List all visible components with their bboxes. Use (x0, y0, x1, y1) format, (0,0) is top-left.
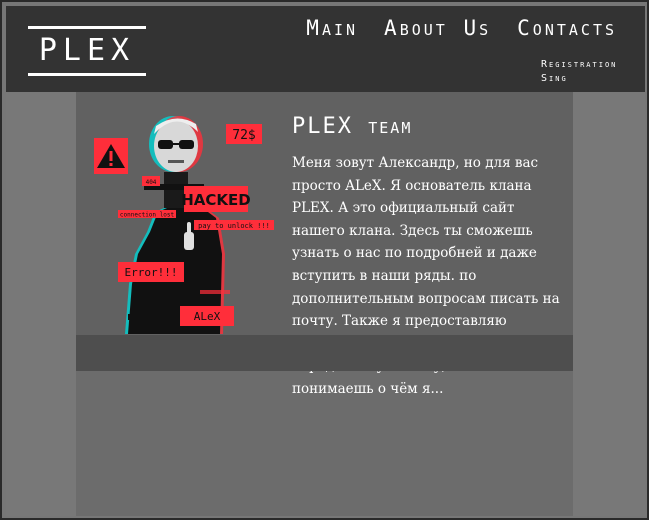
auth-links: Registration Sing (541, 58, 617, 86)
price-tag: 72$ (232, 128, 256, 143)
name-label: ALeX (194, 310, 221, 323)
main-nav: Main About Us Contacts (306, 16, 617, 40)
nav-main[interactable]: Main (306, 16, 358, 40)
nav-about-us[interactable]: About Us (384, 16, 491, 40)
logo-top-rule (28, 26, 146, 29)
page-frame: PLEX Main About Us Contacts Registration… (0, 0, 649, 520)
team-card: 72$ 404 HACKED connection lost pay to un… (76, 92, 573, 397)
main-content: 72$ 404 HACKED connection lost pay to un… (76, 92, 573, 516)
site-header: PLEX Main About Us Contacts Registration… (6, 6, 645, 92)
unlock-tag: pay to unlock !!! (198, 222, 270, 230)
content-strip (76, 335, 573, 371)
hacker-image: 72$ 404 HACKED connection lost pay to un… (94, 116, 274, 334)
right-gutter (573, 92, 645, 516)
logo-text: PLEX (38, 33, 136, 68)
warning-icon (94, 138, 128, 174)
error-label: Error!!! (125, 266, 178, 279)
left-gutter (6, 92, 76, 516)
site-logo[interactable]: PLEX (28, 26, 146, 76)
hacked-label: HACKED (181, 191, 251, 209)
small-tag-2: connection lost (120, 212, 175, 219)
nav-contacts[interactable]: Contacts (517, 16, 617, 40)
team-title: PLEX team (292, 114, 413, 139)
registration-link[interactable]: Registration (541, 58, 617, 72)
sign-link[interactable]: Sing (541, 72, 617, 86)
logo-bottom-rule (28, 73, 146, 76)
small-tag-1: 404 (146, 179, 157, 186)
